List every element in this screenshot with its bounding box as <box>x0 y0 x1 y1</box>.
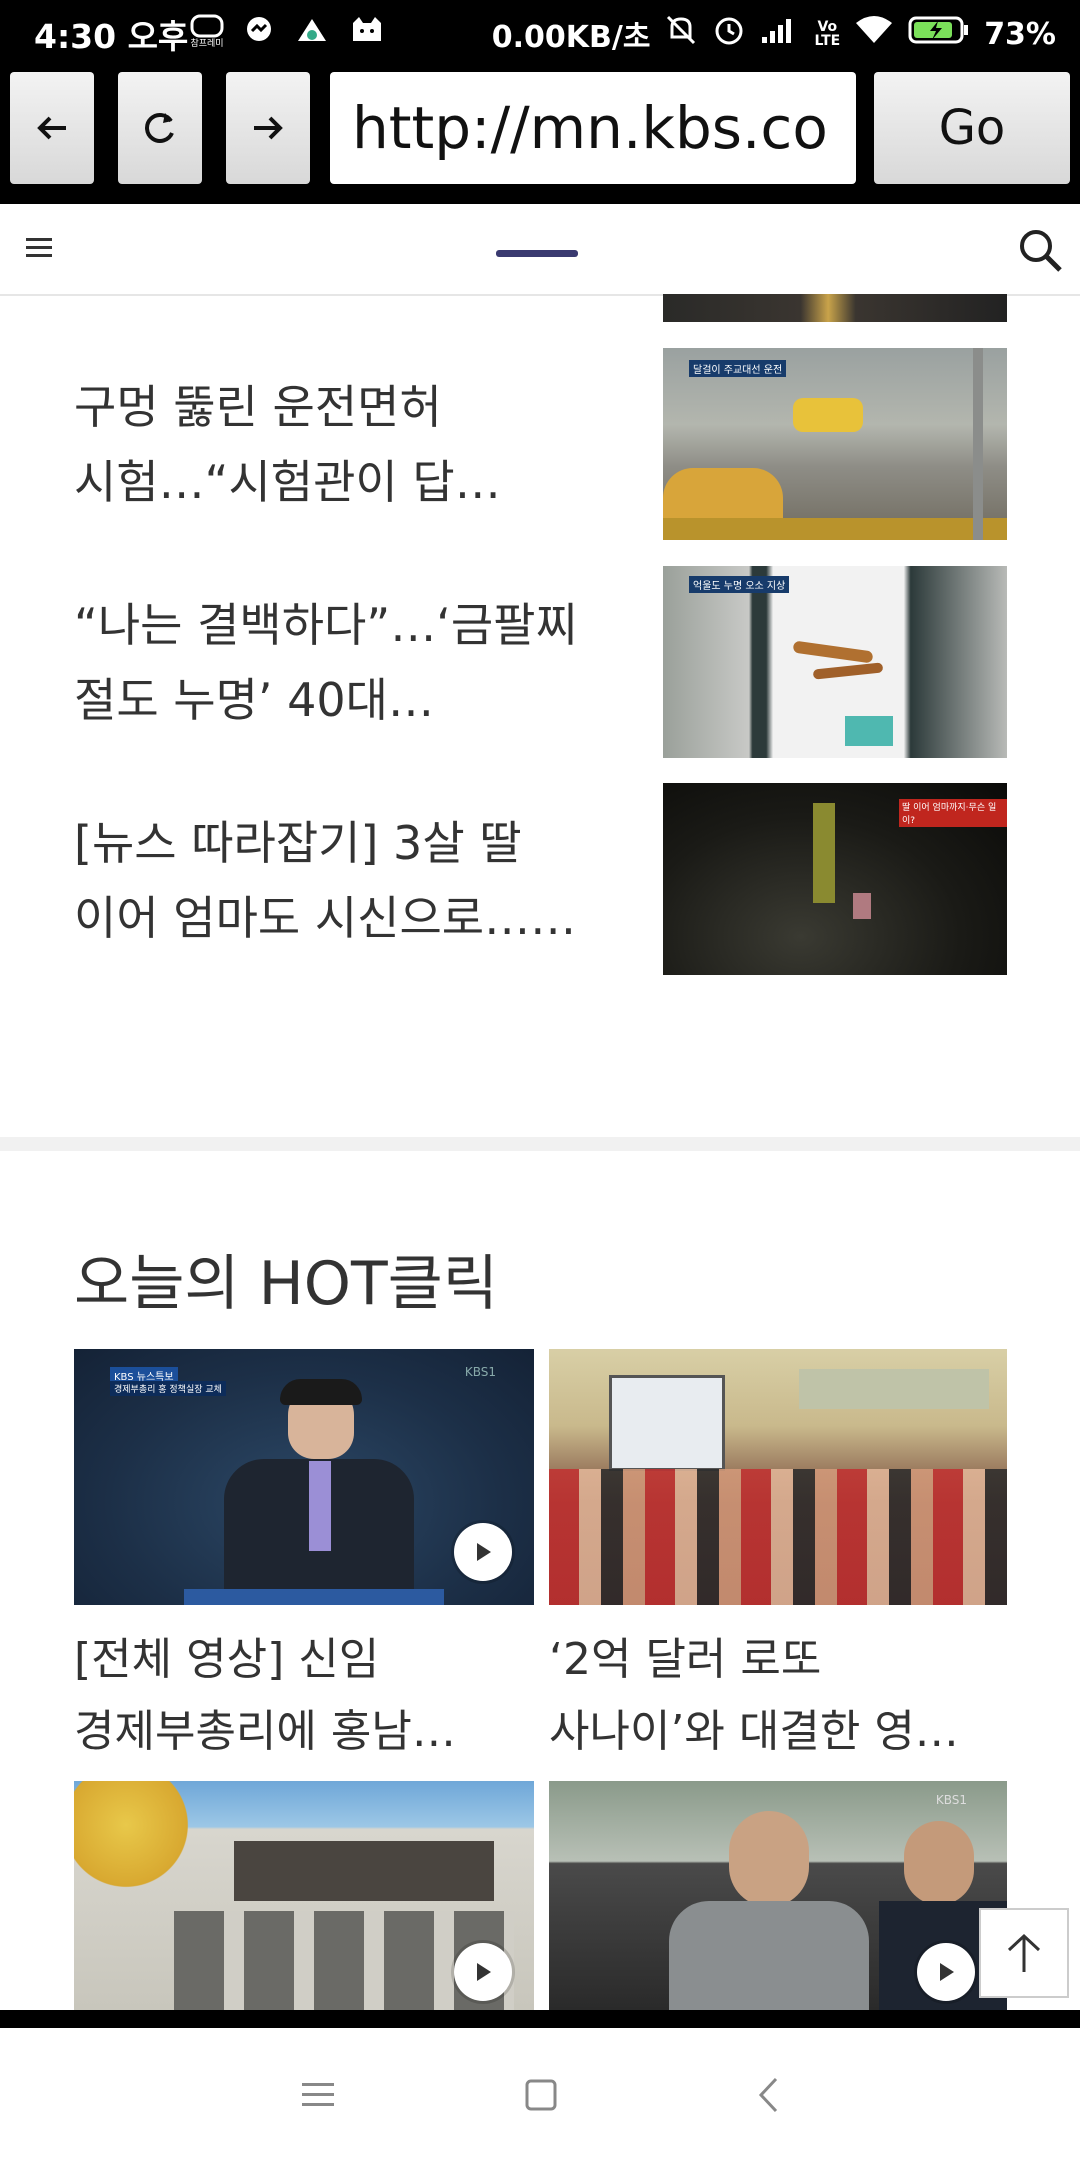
article-title-line2: 시험…“시험관이 답… <box>74 455 501 509</box>
status-time: 4:30 오후 <box>34 17 189 56</box>
arrow-right-icon <box>254 116 283 140</box>
go-button[interactable]: Go <box>874 72 1070 184</box>
back-button[interactable] <box>10 72 94 184</box>
article-title-line2: 절도 누명’ 40대… <box>74 673 434 727</box>
notification-icons: 참프레미 <box>190 14 384 49</box>
battery-icon <box>908 15 970 53</box>
thumb-caption: 달걸이 주교대선 운전 <box>689 360 787 377</box>
notif-app-icon: 참프레미 <box>190 14 224 49</box>
back-nav-icon[interactable] <box>756 2076 780 2118</box>
arrow-left-icon <box>37 116 66 140</box>
screen-edge <box>0 2010 1080 2028</box>
net-speed: 0.00KB/초 <box>491 20 651 55</box>
system-navigation-bar <box>0 2028 1080 2160</box>
thumb-caption: 딸 이어 엄마까지·무슨 일이? <box>899 799 1007 827</box>
hot-card-title[interactable]: [전체 영상] 신임 경제부총리에 홍남… <box>74 1624 544 1768</box>
article-thumbnail[interactable]: 억울도 누명 오소 지상 <box>663 566 1007 758</box>
status-bar: 4:30 오후 참프레미 0.00KB/초 Vo LTE 73% <box>0 0 1080 64</box>
messenger-icon <box>244 15 274 49</box>
recent-apps-icon[interactable] <box>302 2080 336 2114</box>
alarm-icon <box>712 13 746 55</box>
url-field[interactable]: http://mn.kbs.co <box>330 72 856 184</box>
play-icon[interactable] <box>454 1943 512 2001</box>
arrow-up-icon <box>1007 1933 1041 1972</box>
logo-bar[interactable] <box>496 250 578 257</box>
hot-card-thumbnail[interactable]: KBS 뉴스특보 경제부총리 홍 정책실장 교체 KBS1 <box>74 1349 534 1605</box>
wifi-icon <box>854 15 894 53</box>
hot-card-thumbnail[interactable]: KBS1 <box>549 1781 1007 2010</box>
article-thumbnail-partial[interactable] <box>663 294 1007 322</box>
url-text: http://mn.kbs.co <box>352 94 828 162</box>
battery-percent: 73% <box>984 16 1056 52</box>
weather-icon <box>294 15 330 49</box>
reload-button[interactable] <box>118 72 202 184</box>
cat-app-icon <box>350 15 384 49</box>
article-thumbnail[interactable]: 달걸이 주교대선 운전 <box>663 348 1007 540</box>
article-title-line2: 이어 엄마도 시신으로…… <box>74 891 577 945</box>
article-title-line1: “나는 결백하다”…‘금팔찌 <box>74 598 578 652</box>
section-divider <box>0 1137 1080 1151</box>
status-right: 0.00KB/초 Vo LTE 73% <box>492 12 1056 56</box>
forward-button[interactable] <box>226 72 310 184</box>
search-icon[interactable] <box>1016 226 1064 278</box>
section-title: 오늘의 HOT클릭 <box>74 1249 499 1319</box>
home-icon[interactable] <box>524 2078 558 2116</box>
hot-card-thumbnail[interactable] <box>74 1781 534 2010</box>
thumb-watermark: KBS1 <box>464 1365 496 1379</box>
thumb-watermark: KBS1 <box>935 1793 967 1807</box>
browser-toolbar: http://mn.kbs.co Go <box>0 64 1080 204</box>
play-icon[interactable] <box>917 1943 975 2001</box>
hot-card-title[interactable]: ‘2억 달러 로또 사나이’와 대결한 영… <box>549 1624 1019 1768</box>
signal-icon <box>760 15 800 53</box>
hot-card-thumbnail[interactable] <box>549 1349 1007 1605</box>
thumb-caption: 억울도 누명 오소 지상 <box>689 576 790 593</box>
volte-icon: Vo LTE <box>814 19 841 49</box>
menu-icon[interactable] <box>26 236 54 264</box>
play-icon[interactable] <box>454 1523 512 1581</box>
mute-icon <box>664 13 698 55</box>
article-item[interactable]: “나는 결백하다”…‘금팔찌 절도 누명’ 40대… <box>74 588 614 738</box>
site-header <box>0 204 1080 296</box>
article-title-line1: [뉴스 따라잡기] 3살 딸 <box>74 816 522 870</box>
article-thumbnail[interactable]: 딸 이어 엄마까지·무슨 일이? <box>663 783 1007 975</box>
thumb-caption: 경제부총리 홍 정책실장 교체 <box>110 1381 226 1396</box>
article-item[interactable]: 구멍 뚫린 운전면허 시험…“시험관이 답… <box>74 370 614 520</box>
article-title-line1: 구멍 뚫린 운전면허 <box>74 380 442 434</box>
article-item[interactable]: [뉴스 따라잡기] 3살 딸 이어 엄마도 시신으로…… <box>74 806 614 956</box>
scroll-to-top-button[interactable] <box>979 1908 1069 1998</box>
reload-icon <box>145 113 174 143</box>
